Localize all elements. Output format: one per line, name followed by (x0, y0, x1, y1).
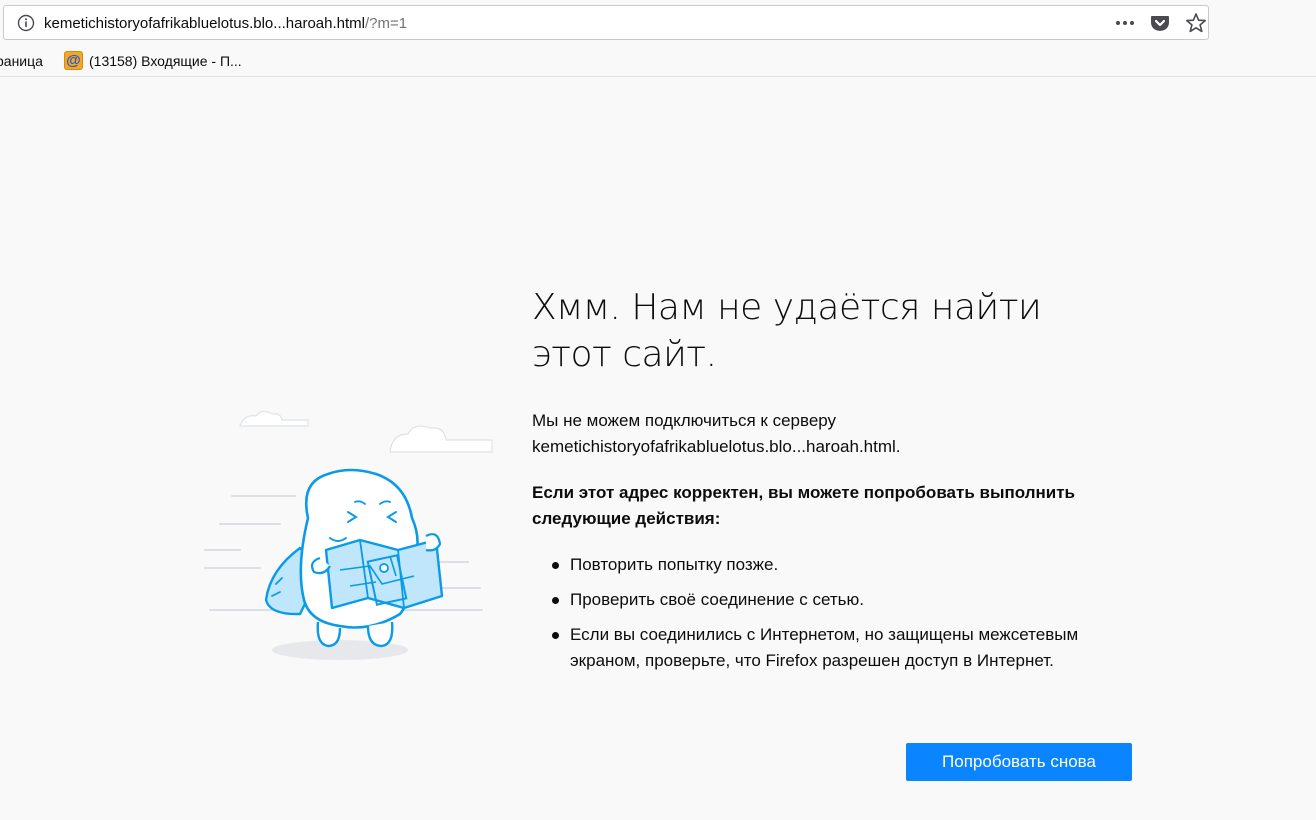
suggestion-item: Проверить своё соединение с сетью. (550, 587, 1132, 613)
url-path: /?m=1 (365, 15, 408, 32)
error-description: Мы не можем подключиться к серверу kemet… (532, 408, 1132, 460)
url-text[interactable]: kemetichistoryofafrikabluelotus.blo...ha… (44, 15, 407, 32)
bookmark-item-mail[interactable]: @ (13158) Входящие - П... (64, 51, 242, 70)
error-container: Хмм. Нам не удаётся найти этот сайт. Мы … (532, 284, 1132, 683)
page-actions-icon[interactable] (1114, 15, 1136, 31)
suggestion-item: Повторить попытку позже. (550, 552, 1132, 578)
mail-icon: @ (64, 51, 83, 70)
error-description-host: kemetichistoryofafrikabluelotus.blo...ha… (532, 437, 901, 456)
pocket-icon[interactable] (1150, 13, 1170, 33)
error-title: Хмм. Нам не удаётся найти этот сайт. (532, 287, 1042, 375)
error-description-line1: Мы не можем подключиться к серверу (532, 411, 837, 430)
info-icon[interactable] (17, 14, 35, 32)
bookmark-star-icon[interactable] (1185, 12, 1207, 34)
bookmark-label: (13158) Входящие - П... (89, 52, 242, 69)
lost-monster-illustration (204, 410, 493, 660)
try-again-button[interactable]: Попробовать снова (906, 743, 1132, 781)
bookmarks-toolbar: раница @ (13158) Входящие - П... (0, 46, 1316, 77)
suggestions-heading: Если этот адрес корректен, вы можете поп… (532, 483, 1075, 528)
bookmark-item[interactable]: раница (0, 53, 43, 69)
suggestion-item: Если вы соединились с Интернетом, но защ… (550, 622, 1132, 674)
url-host: kemetichistoryofafrikabluelotus.blo...ha… (44, 15, 365, 32)
suggestions-list: Повторить попытку позже. Проверить своё … (532, 552, 1132, 674)
navigation-toolbar: kemetichistoryofafrikabluelotus.blo...ha… (0, 0, 1316, 46)
url-bar[interactable]: kemetichistoryofafrikabluelotus.blo...ha… (3, 5, 1209, 40)
